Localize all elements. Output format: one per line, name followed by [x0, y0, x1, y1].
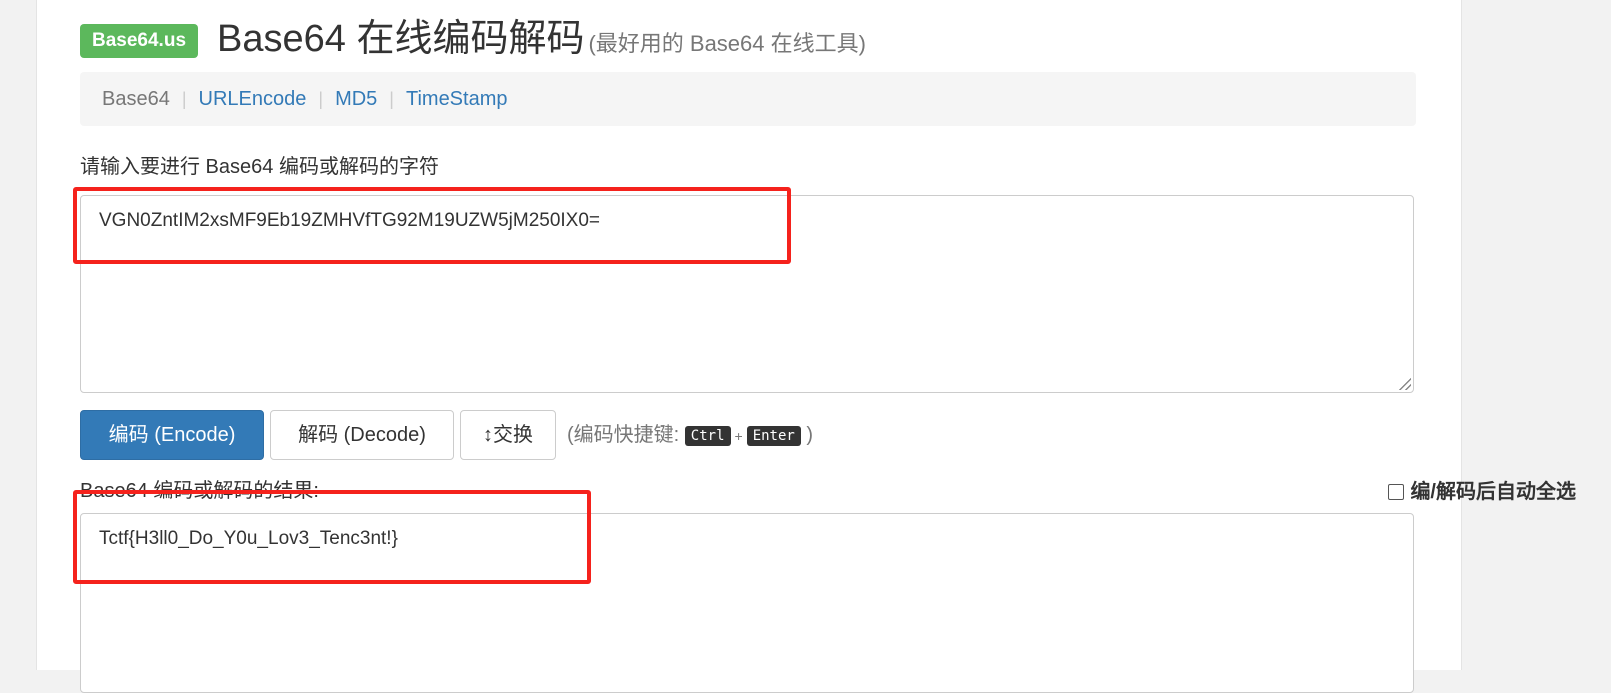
brand-badge[interactable]: Base64.us	[80, 24, 199, 58]
autoselect-label: 编/解码后自动全选	[1410, 481, 1576, 503]
tool-nav: Base64 | URLEncode | MD5 | TimeStamp	[80, 72, 1416, 126]
title-text: Base64 在线编码解码	[217, 18, 585, 60]
enter-key: Enter	[746, 425, 801, 446]
nav-separator: |	[318, 89, 324, 109]
swap-button[interactable]: ↕交换	[460, 410, 556, 460]
hint-suffix: )	[806, 424, 814, 446]
nav-item-base64[interactable]: Base64	[102, 88, 170, 110]
nav-separator: |	[389, 89, 394, 109]
page-title: Base64 在线编码解码 (最好用的 Base64 在线工具)	[217, 14, 866, 69]
nav-item-md5[interactable]: MD5	[335, 88, 377, 110]
autoselect-option[interactable]: 编/解码后自动全选	[1388, 475, 1576, 504]
hint-plus: +	[734, 428, 743, 444]
ctrl-key: Ctrl	[684, 425, 731, 446]
output-highlight-box	[73, 490, 591, 584]
decode-button[interactable]: 解码 (Decode)	[270, 410, 454, 460]
hint-prefix: (编码快捷键:	[567, 424, 680, 446]
swap-label: 交换	[493, 424, 533, 446]
title-subtitle: (最好用的 Base64 在线工具)	[588, 31, 866, 56]
resize-handle-icon[interactable]	[1399, 378, 1411, 390]
input-highlight-box	[73, 187, 791, 264]
shortcut-hint: (编码快捷键: Ctrl + Enter )	[567, 418, 813, 447]
nav-item-urlencode[interactable]: URLEncode	[199, 88, 307, 110]
nav-item-timestamp[interactable]: TimeStamp	[406, 88, 508, 110]
swap-arrows-icon: ↕	[483, 424, 493, 446]
autoselect-checkbox[interactable]	[1388, 484, 1405, 500]
encode-button[interactable]: 编码 (Encode)	[80, 410, 264, 460]
nav-separator: |	[181, 89, 187, 109]
input-label: 请输入要进行 Base64 编码或解码的字符	[80, 156, 439, 178]
